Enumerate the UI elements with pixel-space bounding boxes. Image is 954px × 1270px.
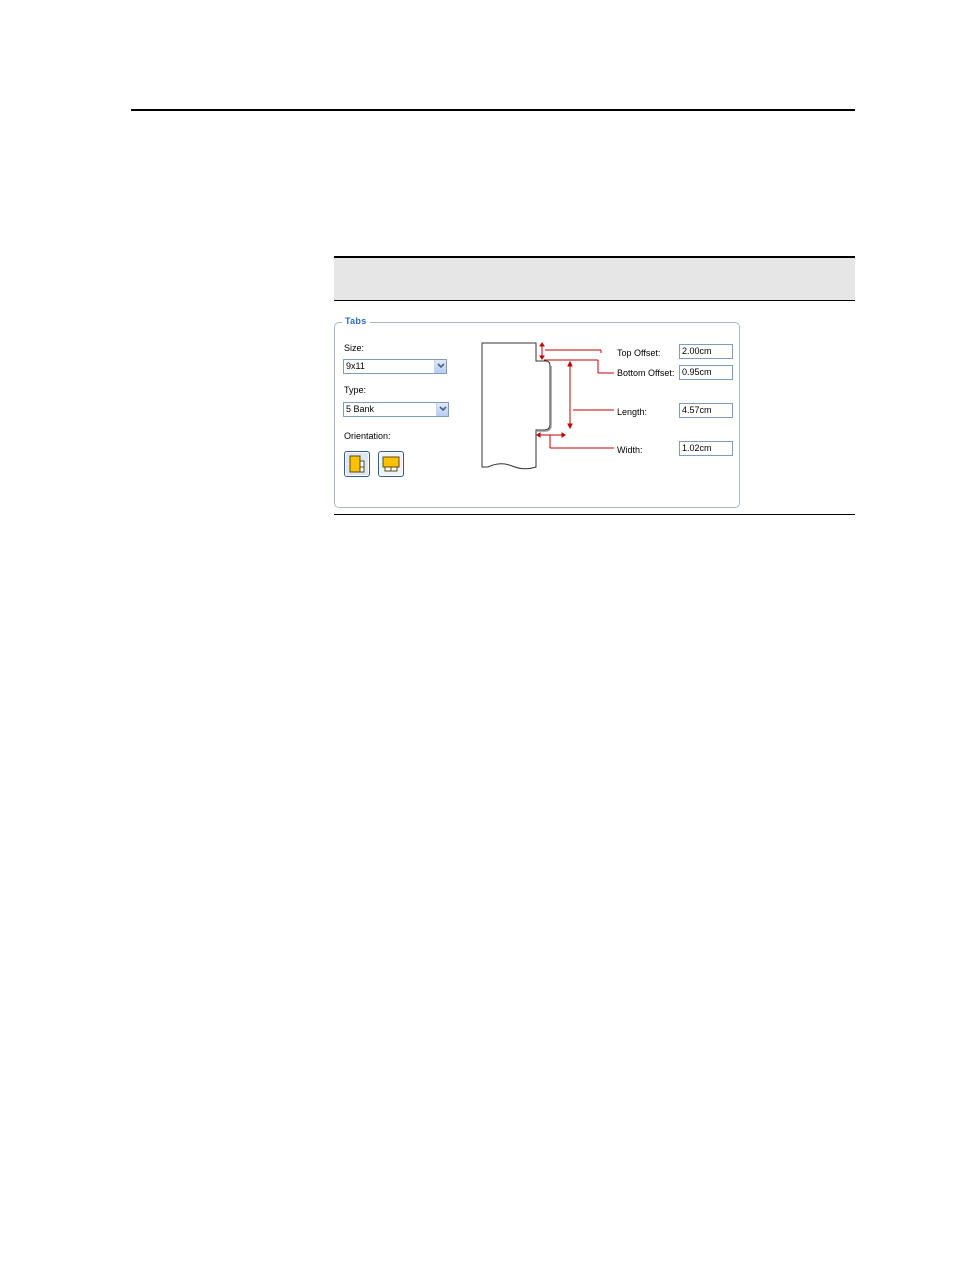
- page-outline: [481, 342, 551, 470]
- width-input[interactable]: 1.02cm: [679, 441, 733, 456]
- chevron-down-icon[interactable]: [436, 403, 448, 416]
- tab-dimension-diagram: [481, 342, 614, 470]
- header-band: [334, 256, 855, 301]
- top-offset-value: 2.00cm: [682, 346, 712, 356]
- tabs-groupbox-title: Tabs: [342, 316, 370, 326]
- top-rule: [131, 109, 855, 111]
- size-label: Size:: [344, 343, 365, 353]
- width-label: Width:: [617, 445, 643, 455]
- length-arrow: [567, 360, 614, 430]
- chevron-down-icon[interactable]: [434, 360, 446, 373]
- orientation-portrait-button[interactable]: [344, 451, 370, 477]
- bottom-offset-value: 0.95cm: [682, 367, 712, 377]
- bottom-offset-label: Bottom Offset:: [617, 368, 675, 378]
- type-value: 5 Bank: [346, 404, 375, 414]
- size-value: 9x11: [346, 361, 365, 371]
- top-offset-arrow: [539, 342, 602, 360]
- portrait-tab-icon: [349, 455, 365, 473]
- landscape-tab-icon: [382, 456, 400, 472]
- length-label: Length:: [617, 407, 648, 417]
- orientation-landscape-button[interactable]: [378, 451, 404, 477]
- bottom-offset-arrow: [544, 359, 614, 374]
- type-label: Type:: [344, 385, 367, 395]
- size-dropdown[interactable]: 9x11: [343, 359, 447, 374]
- top-offset-input[interactable]: 2.00cm: [679, 344, 733, 359]
- width-value: 1.02cm: [682, 443, 712, 453]
- bottom-offset-input[interactable]: 0.95cm: [679, 365, 733, 380]
- length-value: 4.57cm: [682, 405, 712, 415]
- width-arrow: [536, 432, 614, 449]
- orientation-label: Orientation:: [344, 431, 391, 441]
- top-offset-label: Top Offset:: [617, 348, 661, 358]
- bottom-rule: [334, 514, 855, 515]
- type-dropdown[interactable]: 5 Bank: [343, 402, 449, 417]
- length-input[interactable]: 4.57cm: [679, 403, 733, 418]
